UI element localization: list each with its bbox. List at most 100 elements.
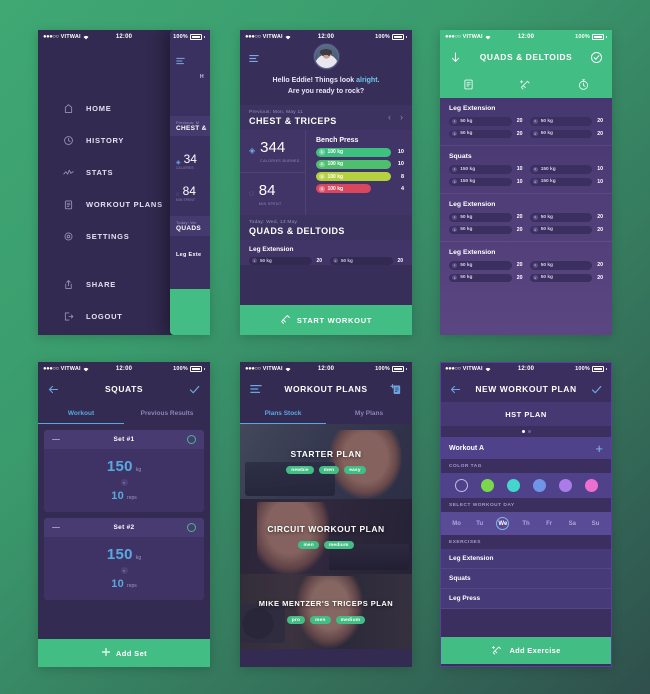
hamburger-icon[interactable] (249, 50, 259, 68)
plan-card[interactable]: MIKE MENTZER'S TRICEPS PLAN pro men medi… (240, 574, 412, 649)
add-document-icon[interactable] (390, 383, 403, 396)
page-dot-active[interactable] (521, 430, 525, 433)
tab-workout[interactable]: Workout (38, 402, 124, 424)
exercise-name: Leg Extension (249, 245, 294, 253)
color-swatch-none[interactable] (454, 479, 468, 492)
page-dot[interactable] (527, 430, 531, 433)
set-reps: 20 (516, 274, 523, 281)
set-row[interactable]: 1 50 kg 20 3 50 kg 20 (449, 117, 603, 126)
set-card-header[interactable]: Set #1 (44, 430, 204, 449)
workout-row[interactable]: Workout A + (440, 437, 612, 459)
circle-outline-icon[interactable] (187, 523, 196, 532)
set-reps: 10 (516, 178, 523, 185)
tab-previous-results[interactable]: Previous Results (124, 402, 210, 424)
set-row[interactable]: 2 50 kg 20 4 50 kg 20 (449, 129, 603, 138)
day-fr[interactable]: Fr (543, 517, 556, 530)
set-row[interactable]: 2 50 kg 20 4 50 kg 20 (449, 273, 603, 282)
set-number: 1 (252, 258, 257, 264)
stat-value: 344 (260, 138, 286, 156)
set-row[interactable]: 2 50 kg 20 4 50 kg 20 (449, 225, 603, 234)
start-workout-button[interactable]: START WORKOUT (240, 305, 412, 335)
plus-icon[interactable]: + (595, 442, 603, 455)
chevron-right-icon[interactable]: › (400, 112, 403, 122)
tab-timer[interactable] (555, 78, 612, 91)
weight-value: 150 (106, 458, 133, 475)
plan-card[interactable]: CIRCUIT WORKOUT PLAN men medium (240, 499, 412, 574)
day-su[interactable]: Su (589, 517, 602, 530)
check-circle-icon[interactable] (590, 51, 603, 64)
set-row[interactable]: 3 100 kg 8 (316, 172, 404, 182)
add-exercise-button[interactable]: Add Exercise (440, 637, 612, 664)
sidebar-item-stats[interactable]: STATS (62, 156, 182, 188)
set-row[interactable]: 1 100 kg 10 (316, 147, 404, 157)
tab-notes[interactable] (440, 78, 497, 91)
set-reps: 20 (597, 118, 603, 125)
weight-row[interactable]: 150 kg (44, 449, 204, 479)
reps-row[interactable]: 10 reps (44, 574, 204, 600)
weight-row[interactable]: 150 kg (44, 537, 204, 567)
set-reps: 8 (400, 173, 404, 180)
add-set-button[interactable]: Add Set (38, 639, 210, 667)
day-we[interactable]: We (496, 517, 510, 530)
battery-full-icon (592, 366, 604, 372)
color-swatch-pink[interactable] (584, 479, 598, 492)
check-icon[interactable] (590, 383, 603, 396)
set-row[interactable]: 4 100 kg 4 (316, 184, 404, 194)
sidebar-item-workout-plans[interactable]: WORKOUT PLANS (62, 188, 182, 220)
reps-value: 10 (111, 490, 125, 502)
sidebar-item-label: STATS (86, 167, 114, 177)
peek-dashboard-card[interactable]: H Previous: M CHEST & ◈ 34 CALORIES ◌ 84 M… (170, 30, 210, 335)
set-card-header[interactable]: Set #2 (44, 518, 204, 537)
set-reps: 20 (316, 257, 322, 264)
color-swatch-green[interactable] (480, 479, 494, 492)
minus-icon[interactable] (52, 438, 60, 441)
sidebar-item-logout[interactable]: LOGOUT (62, 300, 182, 332)
day-mo[interactable]: Mo (450, 517, 463, 530)
peek-previous-title: CHEST & (176, 125, 207, 132)
exercise-row[interactable]: Leg Extension (440, 549, 612, 569)
set-row[interactable]: 2 150 kg 10 4 150 kg 10 (449, 177, 603, 186)
nav-bar: WORKOUT PLANS (240, 376, 412, 402)
minus-icon[interactable] (52, 526, 60, 529)
avatar[interactable] (313, 44, 339, 69)
plan-name-field[interactable]: HST PLAN (440, 402, 612, 426)
tab-plans-stock[interactable]: Plans Stock (240, 402, 326, 424)
day-sa[interactable]: Sa (566, 517, 579, 530)
sidebar-item-home[interactable]: HOME (62, 92, 182, 124)
check-icon[interactable] (188, 383, 201, 396)
set-row[interactable]: 1 150 kg 10 3 150 kg 10 (449, 165, 603, 174)
tab-add-exercise[interactable] (497, 78, 554, 91)
tab-my-plans[interactable]: My Plans (326, 402, 412, 424)
multiply-icon: × (120, 479, 128, 486)
color-swatch-teal[interactable] (506, 479, 520, 492)
chevron-left-icon[interactable]: ‹ (388, 112, 391, 122)
plan-card[interactable]: STARTER PLAN newbie men easy (240, 424, 412, 499)
set-row[interactable]: 1 50 kg 20 3 50 kg 20 (249, 256, 403, 265)
sidebar-item-label: WORKOUT PLANS (86, 199, 163, 209)
sidebar-item-share[interactable]: SHARE (62, 268, 182, 300)
set-row[interactable]: 2 100 kg 10 (316, 159, 404, 169)
set-weight: 50 kg (540, 227, 553, 233)
color-swatch-purple[interactable] (558, 479, 572, 492)
peek-start-workout-button[interactable] (170, 289, 210, 335)
exercise-row[interactable]: Leg Press (440, 589, 612, 609)
hamburger-icon[interactable] (249, 383, 262, 396)
circle-outline-icon[interactable] (187, 435, 196, 444)
set-reps: 20 (597, 130, 603, 137)
arrow-down-icon[interactable] (449, 51, 462, 64)
reps-row[interactable]: 10 reps (44, 486, 204, 512)
exercise-row[interactable]: Squats (440, 569, 612, 589)
sidebar-item-history[interactable]: HISTORY (62, 124, 182, 156)
today-date-label: Today: Wed, 13 May (249, 219, 298, 225)
day-th[interactable]: Th (519, 517, 532, 530)
set-row[interactable]: 1 50 kg 20 3 50 kg 20 (449, 261, 603, 270)
day-tu[interactable]: Tu (473, 517, 486, 530)
set-reps: 10 (397, 149, 404, 156)
set-row[interactable]: 1 50 kg 20 3 50 kg 20 (449, 213, 603, 222)
set-weight: 100 kg (327, 161, 344, 168)
arrow-left-icon[interactable] (449, 383, 462, 396)
sidebar-item-settings[interactable]: SETTINGS (62, 220, 182, 252)
today-exercise-list: Leg Extension 1 50 kg 20 3 50 kg 20 (240, 239, 412, 265)
color-swatch-blue[interactable] (532, 479, 546, 492)
arrow-left-icon[interactable] (47, 383, 60, 396)
